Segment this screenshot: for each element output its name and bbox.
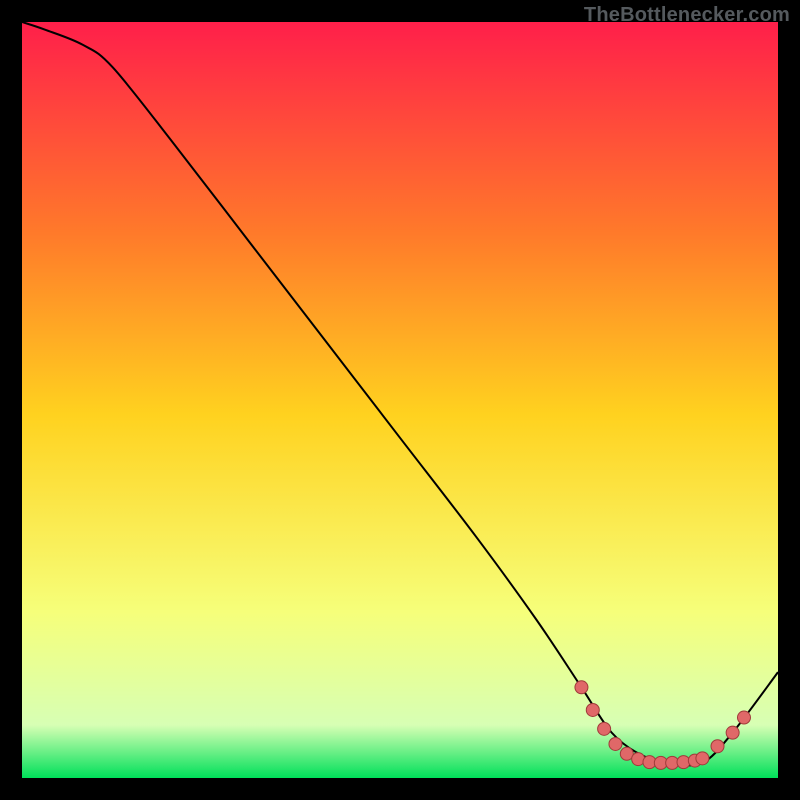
marker-point [726, 726, 739, 739]
chart-plot [22, 22, 778, 778]
marker-point [737, 711, 750, 724]
marker-point [696, 752, 709, 765]
marker-point [586, 703, 599, 716]
marker-point [609, 737, 622, 750]
marker-point [598, 722, 611, 735]
watermark-label: TheBottlenecker.com [584, 4, 790, 27]
chart-frame: TheBottlenecker.com [0, 0, 800, 800]
marker-point [711, 740, 724, 753]
marker-point [575, 681, 588, 694]
chart-svg [22, 22, 778, 778]
gradient-background [22, 22, 778, 778]
